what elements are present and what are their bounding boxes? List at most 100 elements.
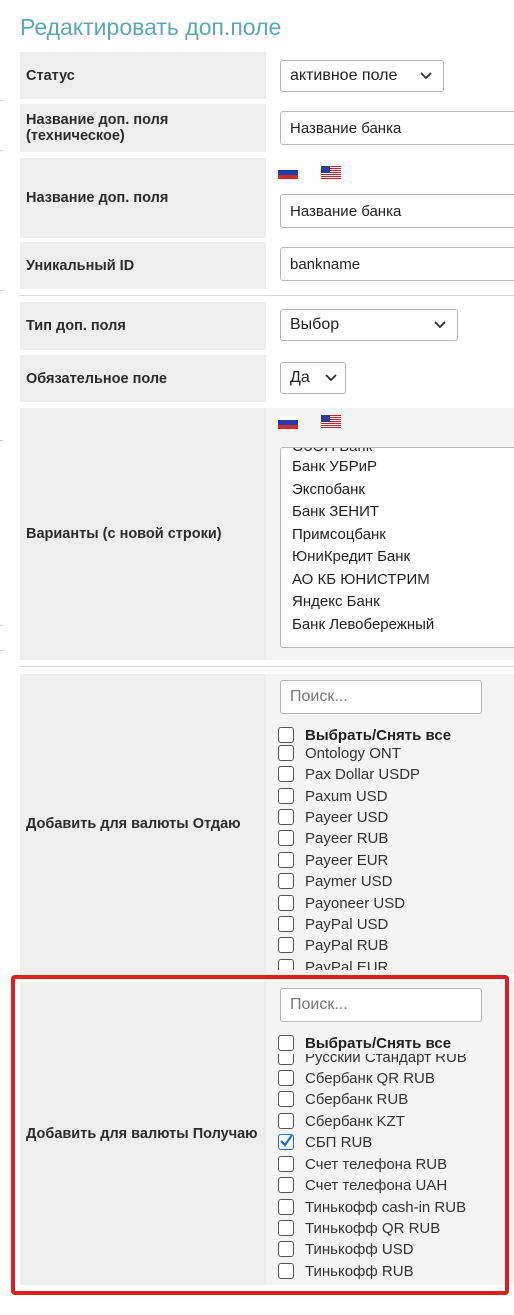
list-item[interactable]: Сбербанк KZT [278, 1112, 405, 1130]
checkbox[interactable] [278, 1263, 294, 1279]
field-type-label: Тип доп. поля [20, 302, 266, 350]
field-type-value: Выбор [290, 316, 340, 333]
us-flag-icon[interactable] [321, 415, 341, 428]
name-label: Название доп. поля [20, 158, 266, 238]
list-item[interactable]: Payeer RUB [278, 829, 388, 847]
list-item[interactable]: Счет телефона UAH [278, 1176, 447, 1194]
field-type-select[interactable]: Выбор [280, 309, 458, 341]
name-input[interactable]: Название банка [280, 194, 514, 228]
list-item[interactable]: Paymer USD [278, 872, 393, 890]
checkbox[interactable] [278, 1220, 294, 1236]
currency-label: PayPal RUB [305, 936, 389, 954]
give-currencies-row: Добавить для валюты Отдаю Поиск... Выбра… [20, 674, 514, 974]
russian-flag-icon[interactable] [278, 416, 298, 429]
checkbox[interactable] [278, 1134, 294, 1150]
currency-label: Тинькофф QR RUB [305, 1219, 441, 1237]
give-select-all[interactable]: Выбрать/Снять все [278, 726, 451, 744]
currency-label: Paymer USD [305, 872, 393, 890]
list-item[interactable]: СБП RUB [278, 1133, 372, 1151]
select-all-label: Выбрать/Снять все [305, 726, 452, 744]
list-item[interactable]: Paxum USD [278, 787, 388, 805]
tech-name-input[interactable]: Название банка [280, 111, 514, 145]
status-select-value: активное поле [290, 67, 398, 84]
currency-label: Тинькофф cash-in RUB [305, 1198, 467, 1216]
unique-id-label: Уникальный ID [20, 242, 266, 289]
checkbox[interactable] [278, 1241, 294, 1257]
divider [20, 666, 514, 667]
get-select-all[interactable]: Выбрать/Снять все [278, 1034, 451, 1052]
list-item[interactable]: Сбербанк QR RUB [278, 1069, 435, 1087]
get-search-placeholder: Поиск... [290, 996, 348, 1013]
list-item[interactable]: Payeer EUR [278, 851, 388, 869]
chevron-down-icon [325, 374, 337, 382]
checkbox[interactable] [278, 1091, 294, 1107]
currency-label: Payeer EUR [305, 851, 389, 869]
list-item[interactable]: Payeer USD [278, 808, 388, 826]
variant-line: ОЗОН Банк [292, 448, 372, 455]
get-search-input[interactable]: Поиск... [280, 988, 482, 1022]
chevron-down-icon [420, 72, 432, 80]
variant-line: Банк ЗЕНИТ [292, 503, 380, 520]
list-item[interactable]: Payoneer USD [278, 894, 405, 912]
variant-line: Примсоцбанк [292, 526, 386, 543]
list-item[interactable]: PayPal RUB [278, 936, 388, 954]
give-search-placeholder: Поиск... [290, 688, 348, 705]
checkbox[interactable] [278, 766, 294, 782]
checkbox[interactable] [278, 1156, 294, 1172]
list-item[interactable]: Тинькофф RUB [278, 1262, 414, 1279]
currency-label: Сбербанк KZT [305, 1112, 405, 1130]
name-row: Название доп. поля Название банка [20, 158, 514, 238]
status-label: Статус [20, 52, 266, 99]
us-flag-icon[interactable] [321, 166, 341, 179]
currency-label: Тинькофф USD [305, 1240, 414, 1258]
variant-line: Банк УБРиР [292, 458, 377, 475]
required-label: Обязательное поле [20, 355, 266, 402]
get-currency-list: Выбрать/Снять все Русский Стандарт RUB С… [278, 1034, 514, 1279]
get-currencies-row: Добавить для валюты Получаю Поиск... Выб… [20, 982, 514, 1285]
variant-line: АО КБ ЮНИСТРИМ [292, 571, 430, 588]
checkbox[interactable] [278, 1035, 294, 1051]
list-item[interactable]: Тинькофф QR RUB [278, 1219, 440, 1237]
currency-label: Сбербанк RUB [305, 1090, 409, 1108]
list-item[interactable]: Тинькофф cash-in RUB [278, 1198, 466, 1216]
status-select[interactable]: активное поле [280, 60, 444, 92]
checkbox[interactable] [278, 852, 294, 868]
list-item[interactable]: Счет телефона RUB [278, 1155, 447, 1173]
list-item[interactable]: Pax Dollar USDP [278, 765, 420, 783]
currency-label: Сбербанк QR RUB [305, 1069, 435, 1087]
list-item[interactable]: Сбербанк RUB [278, 1090, 408, 1108]
currency-label: Счет телефона RUB [305, 1155, 448, 1173]
currency-label: Счет телефона UAH [305, 1176, 448, 1194]
checkbox[interactable] [278, 959, 294, 970]
required-select[interactable]: Да [280, 362, 346, 394]
checkbox[interactable] [278, 1199, 294, 1215]
checkbox[interactable] [278, 1113, 294, 1129]
page-title: Редактировать доп.поле [20, 14, 282, 40]
checkbox[interactable] [278, 873, 294, 889]
list-item[interactable]: Тинькофф USD [278, 1240, 414, 1258]
checkbox[interactable] [278, 727, 294, 743]
checkbox[interactable] [278, 809, 294, 825]
variant-line: Яндекс Банк [292, 593, 380, 610]
checkbox[interactable] [278, 1070, 294, 1086]
chevron-down-icon [434, 321, 446, 329]
list-item[interactable]: PayPal EUR [278, 958, 388, 970]
give-currencies-label: Добавить для валюты Отдаю [20, 674, 266, 974]
unique-id-value: bankname [290, 255, 361, 273]
variants-textarea[interactable]: ОЗОН Банк Банк УБРиР Экспобанк Банк ЗЕНИ… [280, 447, 514, 648]
checkbox[interactable] [278, 916, 294, 932]
checkbox[interactable] [278, 745, 294, 761]
checkbox[interactable] [278, 788, 294, 804]
checkbox[interactable] [278, 895, 294, 911]
checkbox[interactable] [278, 830, 294, 846]
give-search-input[interactable]: Поиск... [280, 680, 482, 714]
russian-flag-icon[interactable] [278, 166, 298, 179]
currency-label: PayPal USD [305, 915, 389, 933]
variant-line: Банк Левобережный [292, 616, 435, 633]
list-item[interactable]: Ontology ONT [278, 744, 401, 762]
checkbox[interactable] [278, 937, 294, 953]
list-item[interactable]: PayPal USD [278, 915, 388, 933]
checkbox[interactable] [278, 1177, 294, 1193]
unique-id-input[interactable]: bankname [280, 247, 514, 281]
variant-line: Экспобанк [292, 481, 365, 498]
